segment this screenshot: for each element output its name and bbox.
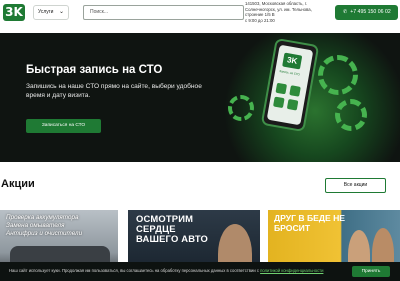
phone-icon: ✆ xyxy=(343,9,348,15)
phone-logo: 3K xyxy=(282,52,303,70)
cookie-text: Наш сайт использует куки. Продолжая им п… xyxy=(9,268,323,273)
tool-tile-icon xyxy=(289,85,301,97)
phone-screen: 3K Запись на СТО xyxy=(266,44,314,126)
hero-banner: 3K Запись на СТО Быстрая запись на СТО З… xyxy=(0,33,400,162)
accept-cookies-button[interactable]: Принять xyxy=(352,266,390,277)
car-tile-icon xyxy=(273,96,285,109)
gear-icon xyxy=(335,99,367,131)
services-dropdown-button[interactable]: Услуги ⌄ xyxy=(33,5,69,20)
services-label: Услуги xyxy=(38,9,54,15)
privacy-policy-link[interactable]: политикой конфиденциальности xyxy=(260,268,323,273)
gear-icon xyxy=(228,95,254,121)
book-service-button[interactable]: Записаться на СТО xyxy=(26,119,101,133)
working-hours: с 9:00 до 21:00 xyxy=(245,17,275,23)
promo-line: Проверка аккумулятора xyxy=(6,214,79,221)
promo-line: БРОСИТ xyxy=(274,223,311,233)
site-header: 3K Услуги ⌄ Поиск... 141503, Московская … xyxy=(0,0,400,30)
hero-title: Быстрая запись на СТО xyxy=(26,64,163,76)
cookie-banner: Наш сайт использует куки. Продолжая им п… xyxy=(0,262,400,281)
all-promos-button[interactable]: Все акции xyxy=(325,178,386,193)
promo-line: Антифриз и очистители xyxy=(6,230,83,237)
chevron-down-icon: ⌄ xyxy=(58,9,64,15)
promos-title: Акции xyxy=(1,178,35,190)
check-tile-icon xyxy=(286,98,299,111)
promo-line: ВАШЕГО АВТО xyxy=(136,233,209,244)
address-block: 141503, Московская область, г. Солнечног… xyxy=(245,1,327,23)
promo-line: ДРУГ В БЕДЕ НЕ xyxy=(274,213,346,223)
phone-number: +7 495 150 06 02 xyxy=(350,9,391,15)
wrench-tile-icon xyxy=(275,82,288,95)
search-input[interactable]: Поиск... xyxy=(83,5,244,20)
phone-button[interactable]: ✆ +7 495 150 06 02 xyxy=(335,5,398,20)
cookie-message: Наш сайт использует куки. Продолжая им п… xyxy=(9,268,261,273)
phone-caption: Запись на СТО xyxy=(278,68,301,77)
promo-line: Замена омывателя xyxy=(6,222,65,229)
site-logo[interactable]: 3K xyxy=(3,4,25,21)
hero-description: Запишись на наше СТО прямо на сайте, выб… xyxy=(26,83,202,99)
gear-icon xyxy=(318,55,358,95)
